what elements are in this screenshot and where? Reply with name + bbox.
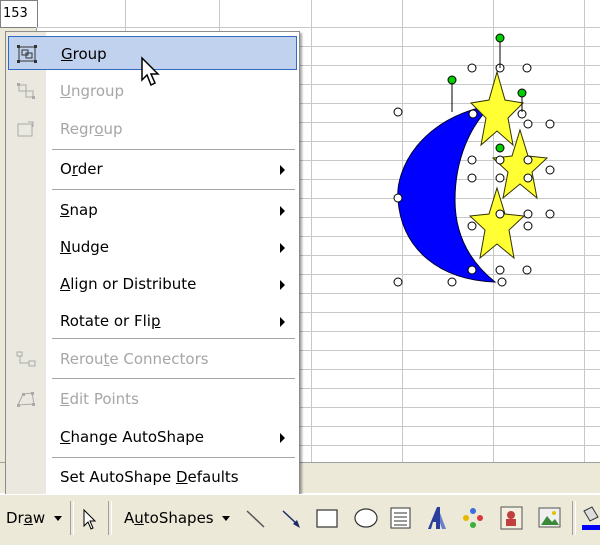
submenu-arrow-icon [280, 165, 285, 175]
wordart-icon[interactable] [424, 503, 450, 533]
select-objects-icon[interactable] [80, 503, 100, 533]
submenu-arrow-icon [280, 206, 285, 216]
ungroup-icon [17, 83, 35, 99]
menu-separator [52, 189, 295, 190]
regroup-icon [17, 121, 34, 137]
group-icon [17, 45, 37, 63]
menu-item-rotate-or-flip[interactable]: Rotate or Flip [8, 304, 297, 338]
arrow-tool-icon[interactable] [280, 503, 304, 533]
toolbar-separator [572, 501, 576, 535]
submenu-arrow-icon [280, 243, 285, 253]
draw-menu-button[interactable]: Draw [6, 503, 62, 533]
dropdown-arrow-icon [53, 516, 62, 521]
menu-separator [52, 378, 295, 379]
menu-separator [52, 338, 295, 339]
reroute-connectors-icon [16, 351, 36, 367]
rectangle-tool-icon[interactable] [314, 503, 340, 533]
menu-separator [52, 457, 295, 458]
star-top [469, 70, 525, 147]
menu-item-nudge[interactable]: Nudge [8, 230, 297, 264]
submenu-arrow-icon [280, 280, 285, 290]
menu-item-reroute-connectors[interactable]: Reroute Connectors [8, 342, 297, 376]
menu-item-set-autoshape-defaults[interactable]: Set AutoShape Defaults [8, 460, 297, 494]
diagram-icon[interactable] [460, 503, 486, 533]
clip-art-icon[interactable] [498, 503, 526, 533]
edit-points-icon [17, 392, 35, 407]
dropdown-arrow-icon [222, 516, 231, 521]
menu-separator [52, 149, 295, 150]
mouse-pointer-icon [141, 56, 160, 87]
toolbar-separator [108, 501, 112, 535]
menu-item-regroup[interactable]: Regroup [8, 112, 297, 146]
menu-item-edit-points[interactable]: Edit Points [8, 382, 297, 416]
menu-item-align-or-distribute[interactable]: Align or Distribute [8, 267, 297, 301]
menu-item-order[interactable]: Order [8, 152, 297, 186]
star-bottom [468, 186, 526, 260]
drawing-toolbar: Draw AutoShapes [0, 494, 600, 545]
submenu-arrow-icon [280, 317, 285, 327]
text-box-icon[interactable] [388, 503, 414, 533]
menu-item-snap[interactable]: Snap [8, 193, 297, 227]
star-shapes[interactable] [468, 70, 549, 260]
toolbar-separator [70, 501, 74, 535]
draw-menu: Group Ungroup Regroup Order Snap Nudge A… [5, 31, 300, 499]
oval-tool-icon[interactable] [352, 503, 380, 533]
line-tool-icon[interactable] [244, 503, 268, 533]
insert-picture-icon[interactable] [536, 503, 564, 533]
menu-item-change-autoshape[interactable]: Change AutoShape [8, 420, 297, 454]
submenu-arrow-icon [280, 433, 285, 443]
autoshapes-menu-button[interactable]: AutoShapes [124, 503, 231, 533]
fill-color-icon[interactable] [580, 503, 600, 533]
